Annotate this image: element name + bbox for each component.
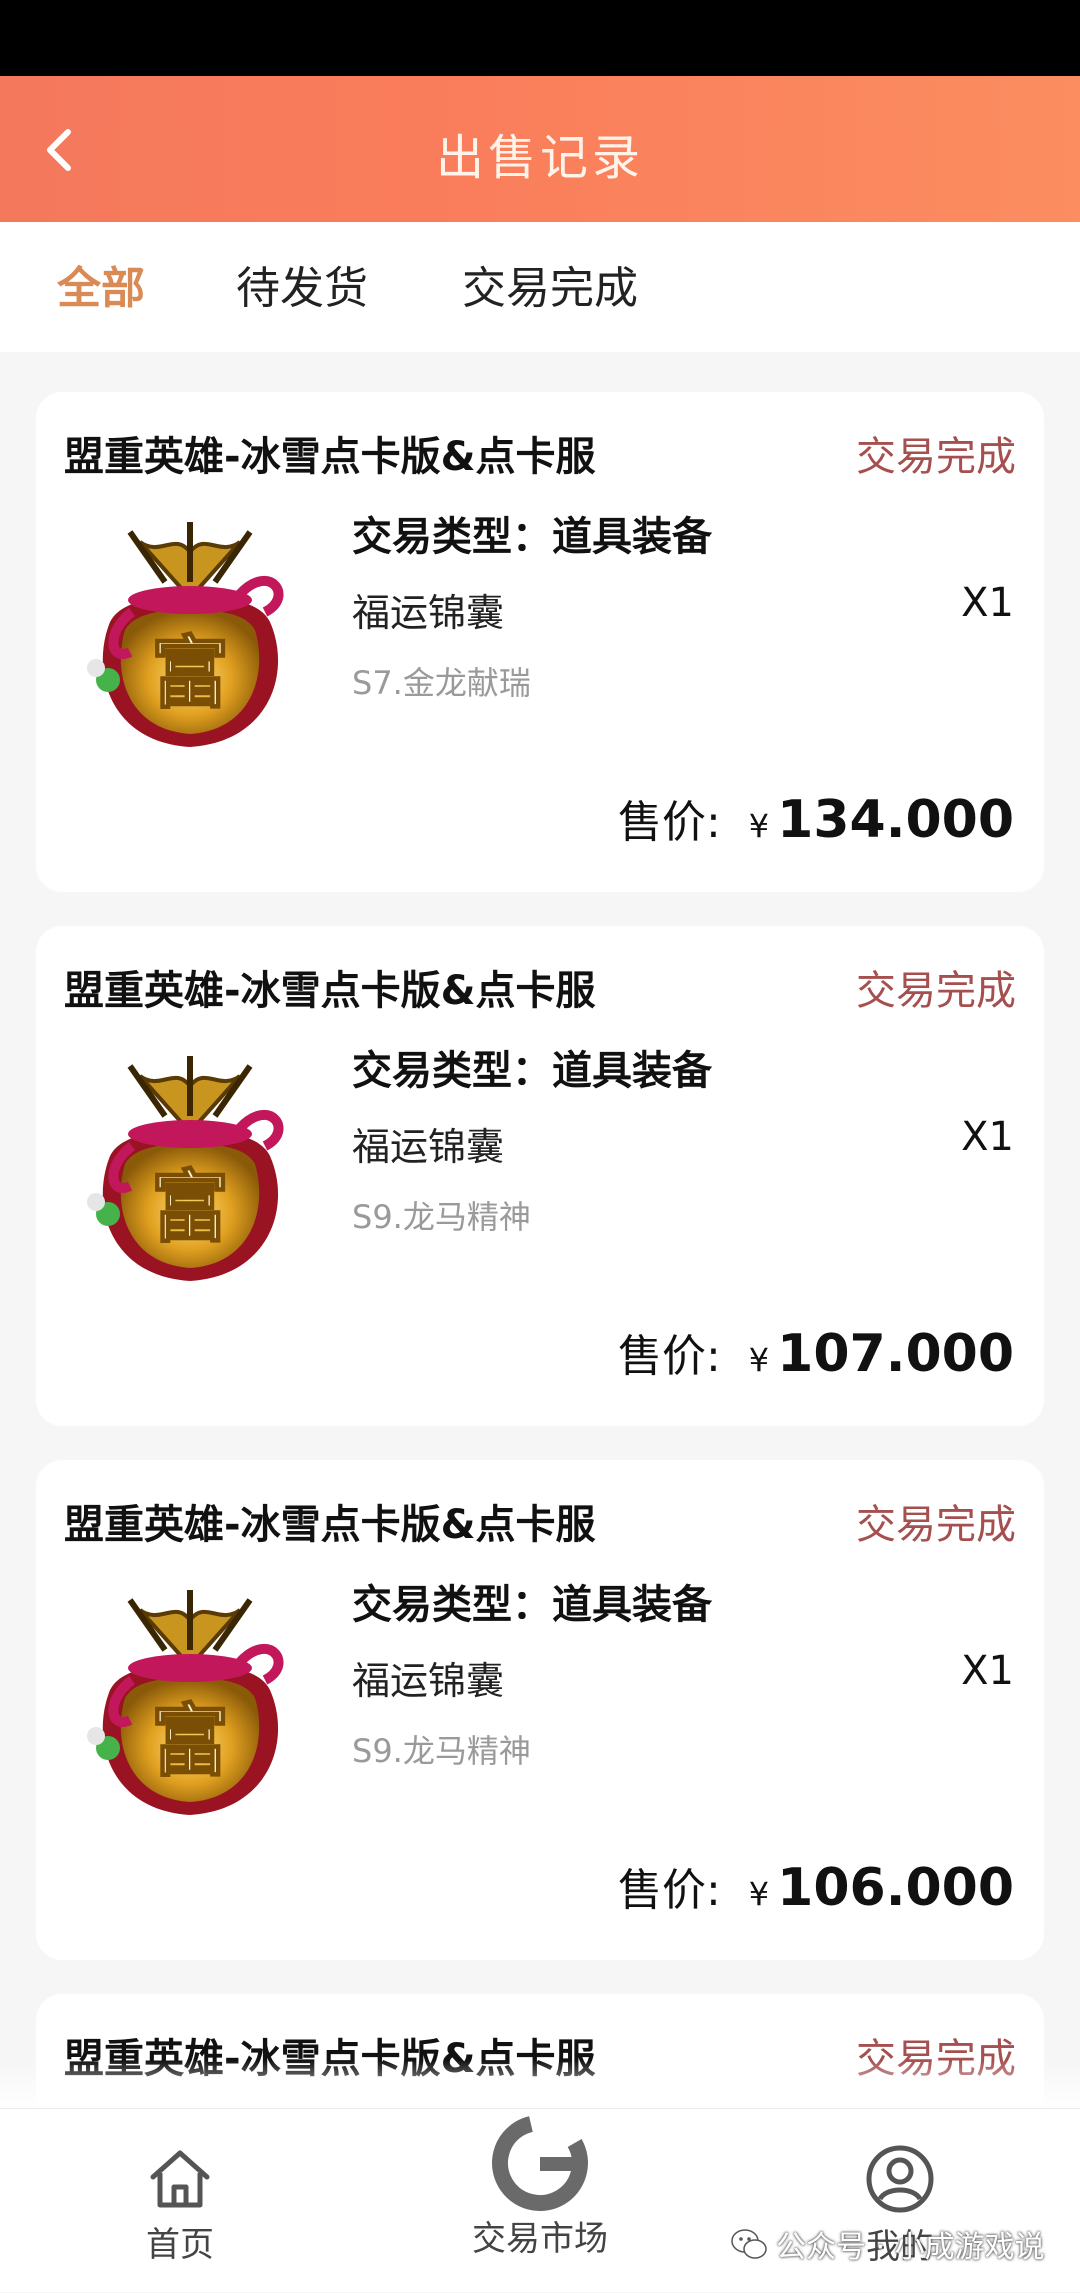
price-value: 107.000 (777, 1324, 1014, 1384)
lucky-bag-icon (70, 502, 310, 762)
lucky-bag-icon (70, 1036, 310, 1296)
sale-record-card[interactable]: 盟重英雄-冰雪点卡版&点卡服 交易完成 交易类型：道具装备 福运锦囊 X1 S7… (36, 392, 1044, 892)
quantity: X1 (961, 1648, 1014, 1694)
game-name: 盟重英雄-冰雪点卡版&点卡服 (64, 968, 596, 1014)
user-icon (866, 2145, 934, 2213)
server-name: S7.金龙献瑞 (352, 664, 531, 702)
scroll-fade (0, 2060, 1080, 2110)
nav-home[interactable]: 首页 (100, 2109, 260, 2293)
price-label: 售价: (617, 797, 721, 848)
tab-all[interactable]: 全部 (57, 252, 145, 316)
price-value: 106.000 (777, 1858, 1014, 1918)
header-bar: 出售记录 (0, 76, 1080, 222)
price-label: 售价: (617, 1331, 721, 1382)
item-name: 福运锦囊 (352, 1125, 505, 1169)
trade-type: 交易类型：道具装备 (352, 1048, 712, 1094)
trade-type: 交易类型：道具装备 (352, 514, 712, 560)
trade-type: 交易类型：道具装备 (352, 1582, 712, 1628)
status-badge: 交易完成 (856, 434, 1016, 480)
currency-symbol: ¥ (748, 807, 770, 845)
nav-market-label: 交易市场 (472, 2219, 608, 2259)
status-bar (0, 0, 1080, 76)
lucky-bag-icon (70, 1570, 310, 1830)
sale-record-card[interactable]: 盟重英雄-冰雪点卡版&点卡服 交易完成 交易类型：道具装备 福运锦囊 X1 S9… (36, 1460, 1044, 1960)
game-name: 盟重英雄-冰雪点卡版&点卡服 (64, 434, 596, 480)
watermark: 公众号 · 小成游戏说 (730, 2222, 1045, 2266)
price-row: 售价: ¥ 106.000 (618, 1854, 1014, 1918)
game-name: 盟重英雄-冰雪点卡版&点卡服 (64, 1502, 596, 1548)
page-title: 出售记录 (435, 130, 644, 186)
server-name: S9.龙马精神 (352, 1198, 531, 1236)
watermark-text: 公众号 · 小成游戏说 (776, 2230, 1045, 2265)
filter-tabs: 全部 待发货 交易完成 (0, 222, 1080, 352)
price-row: 售价: ¥ 134.000 (618, 786, 1014, 850)
currency-symbol: ¥ (748, 1875, 770, 1913)
item-name: 福运锦囊 (352, 591, 505, 635)
sale-record-card[interactable]: 盟重英雄-冰雪点卡版&点卡服 交易完成 交易类型：道具装备 福运锦囊 X1 S9… (36, 926, 1044, 1426)
quantity: X1 (961, 580, 1014, 626)
market-g-icon (492, 2115, 588, 2211)
wechat-icon (731, 2229, 767, 2259)
item-name: 福运锦囊 (352, 1659, 505, 1703)
price-value: 134.000 (777, 790, 1014, 850)
currency-symbol: ¥ (748, 1341, 770, 1379)
status-badge: 交易完成 (856, 1502, 1016, 1548)
nav-market[interactable]: 交易市场 (440, 2109, 640, 2293)
price-row: 售价: ¥ 107.000 (618, 1320, 1014, 1384)
nav-home-label: 首页 (146, 2225, 214, 2265)
server-name: S9.龙马精神 (352, 1732, 531, 1770)
quantity: X1 (961, 1114, 1014, 1160)
home-icon (150, 2150, 210, 2208)
tab-completed[interactable]: 交易完成 (462, 252, 638, 316)
status-badge: 交易完成 (856, 968, 1016, 1014)
price-label: 售价: (617, 1865, 721, 1916)
tab-pending-shipment[interactable]: 待发货 (236, 252, 368, 316)
